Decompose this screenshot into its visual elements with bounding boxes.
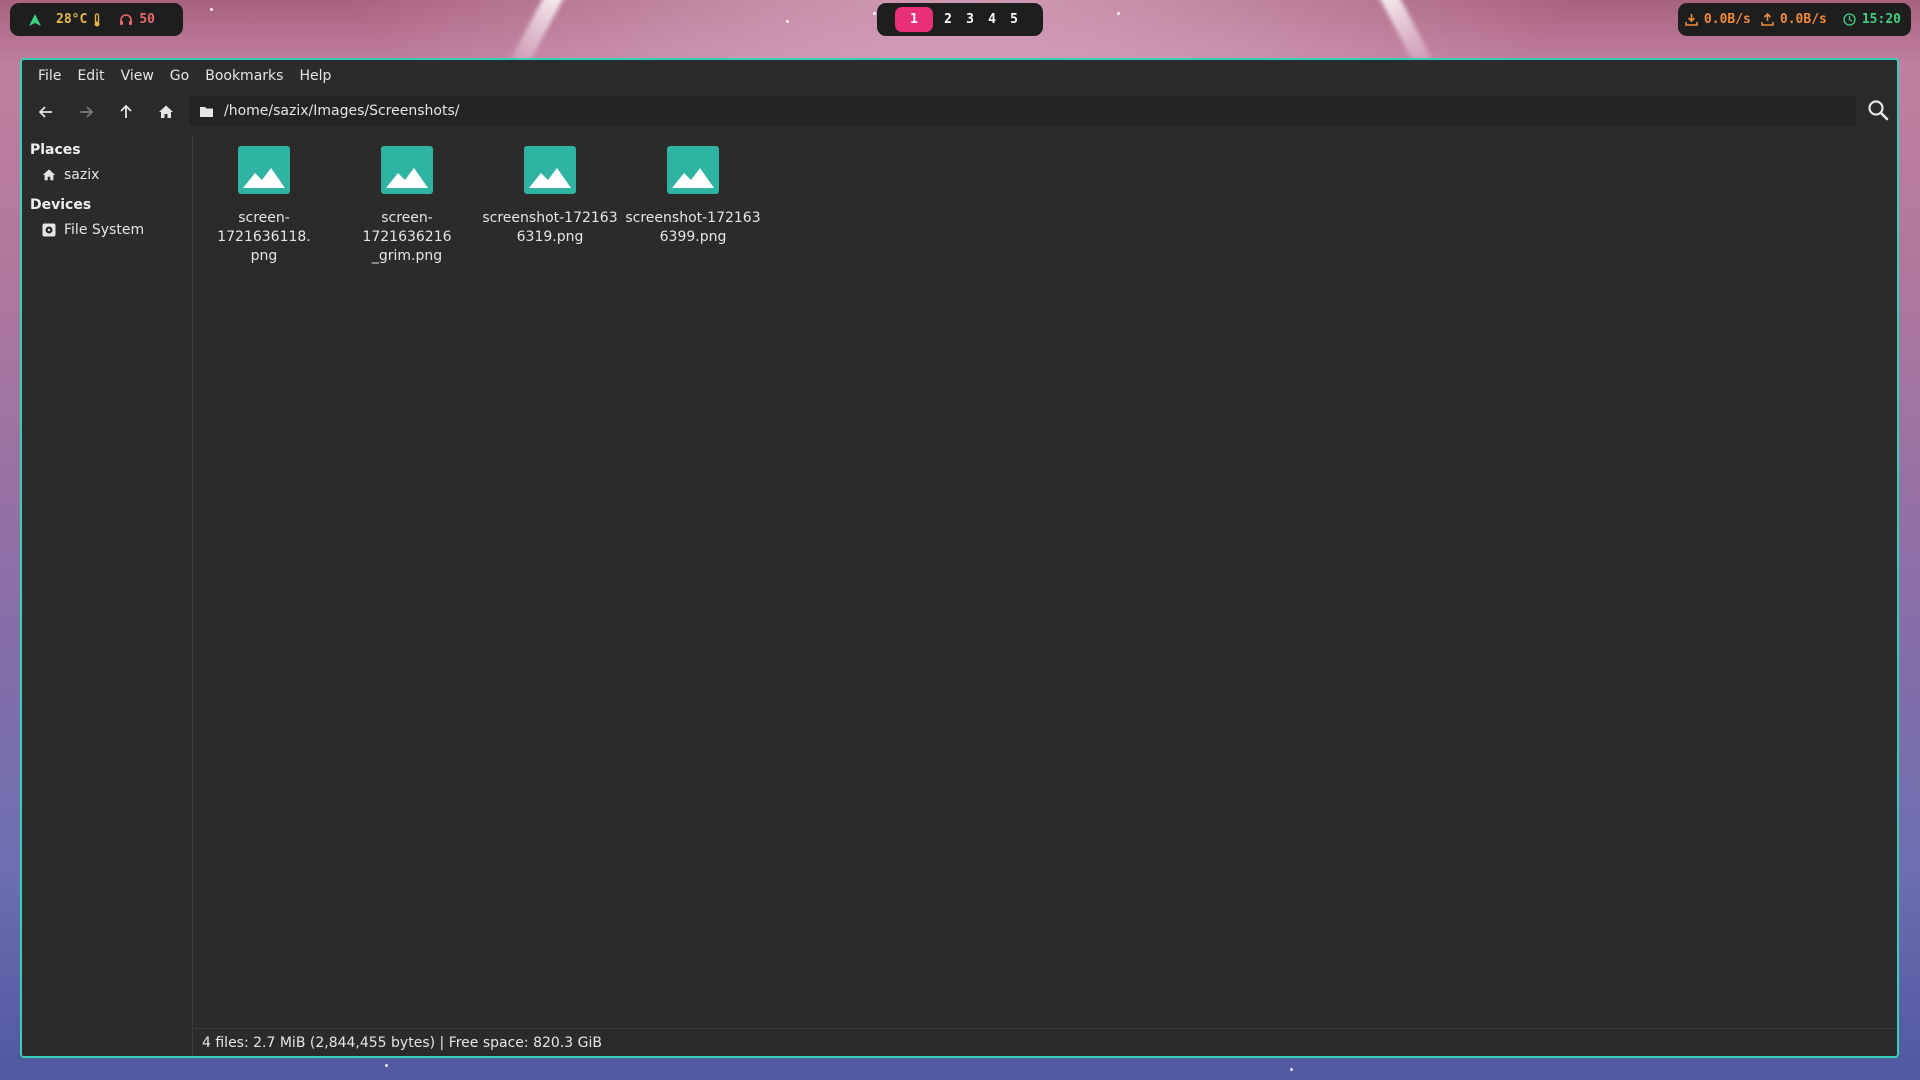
file-item[interactable]: screen-1721636118. png	[194, 146, 334, 266]
arrow-right-icon	[80, 106, 94, 118]
clock-icon	[1843, 13, 1856, 26]
file-name-line2: 6319.png	[516, 229, 584, 245]
sidebar-item-sazix[interactable]: sazix	[42, 167, 99, 183]
wallpaper-star	[786, 20, 789, 23]
devices-heading: Devices	[30, 197, 92, 213]
workspace-button-1[interactable]: 1	[895, 7, 933, 32]
volume-value[interactable]: 50	[139, 12, 155, 27]
sidebar-item-label: sazix	[64, 167, 100, 183]
menu-file[interactable]: File	[30, 68, 69, 84]
file-name-line1: screenshot-172163	[625, 210, 761, 226]
workspace-button-3[interactable]: 3	[959, 12, 981, 27]
file-item[interactable]: screenshot-172163 6399.png	[623, 146, 763, 247]
file-name-line1: screen-1721636216	[362, 210, 452, 245]
file-view: screen-1721636118. png screen-1721636216…	[194, 136, 1897, 1026]
file-item[interactable]: screenshot-172163 6319.png	[480, 146, 620, 247]
drive-icon	[42, 223, 56, 237]
topbar-status-module: 0.0B/s 0.0B/s 15:20	[1678, 3, 1911, 36]
arrow-up-icon	[120, 104, 132, 118]
download-speed: 0.0B/s	[1703, 12, 1751, 27]
location-path[interactable]: /home/sazix/Images/Screenshots/	[224, 103, 459, 119]
file-name-line2: 6399.png	[659, 229, 727, 245]
workspace-button-4[interactable]: 4	[981, 12, 1003, 27]
upload-icon	[1761, 13, 1774, 26]
file-name-line2: _grim.png	[371, 248, 443, 264]
topbar-system-module: 28°C 50	[10, 3, 183, 36]
image-icon	[381, 146, 433, 194]
thermometer-icon	[93, 12, 101, 27]
wallpaper-star	[385, 1064, 388, 1067]
wallpaper-star	[1117, 12, 1120, 15]
up-button[interactable]	[108, 92, 144, 132]
image-icon	[667, 146, 719, 194]
toolbar: /home/sazix/Images/Screenshots/	[22, 92, 1897, 132]
file-item[interactable]: screen-1721636216 _grim.png	[337, 146, 477, 266]
menu-bar: File Edit View Go Bookmarks Help	[22, 60, 1897, 92]
search-button[interactable]	[1867, 99, 1889, 125]
arrow-left-icon	[38, 106, 52, 118]
file-name-line1: screenshot-172163	[482, 210, 618, 226]
file-name-line1: screen-1721636118.	[217, 210, 311, 245]
status-bar: 4 files: 2.7 MiB (2,844,455 bytes) | Fre…	[194, 1028, 1897, 1056]
wallpaper-star	[873, 12, 876, 15]
status-text: 4 files: 2.7 MiB (2,844,455 bytes) | Fre…	[202, 1034, 602, 1051]
workspace-button-2[interactable]: 2	[937, 12, 959, 27]
workspace-switcher: 1 2 3 4 5	[877, 3, 1043, 36]
menu-go[interactable]: Go	[162, 68, 197, 84]
menu-help[interactable]: Help	[291, 68, 339, 84]
file-name-line2: png	[250, 248, 278, 264]
workspace-button-5[interactable]: 5	[1003, 12, 1025, 27]
headphones-icon[interactable]	[119, 13, 133, 26]
arch-logo-icon	[28, 13, 42, 27]
home-icon	[159, 105, 173, 118]
back-button[interactable]	[28, 92, 64, 132]
menu-view[interactable]: View	[113, 68, 162, 84]
places-heading: Places	[30, 142, 81, 158]
temperature-value: 28°C	[56, 12, 88, 27]
menu-edit[interactable]: Edit	[69, 68, 112, 84]
file-manager-window: File Edit View Go Bookmarks Help /home/s…	[20, 58, 1899, 1058]
search-icon	[1868, 100, 1889, 121]
sidebar-item-label: File System	[64, 222, 145, 238]
home-icon	[42, 169, 56, 181]
forward-button[interactable]	[68, 92, 104, 132]
wallpaper-star	[210, 8, 213, 11]
sidebar: Places sazix Devices File System	[22, 136, 193, 1056]
image-icon	[524, 146, 576, 194]
location-bar[interactable]: /home/sazix/Images/Screenshots/	[189, 96, 1856, 126]
home-button[interactable]	[148, 92, 184, 132]
upload-speed: 0.0B/s	[1779, 12, 1827, 27]
menu-bookmarks[interactable]: Bookmarks	[197, 68, 291, 84]
folder-icon	[199, 105, 214, 118]
download-icon	[1685, 13, 1698, 26]
clock-time[interactable]: 15:20	[1862, 12, 1901, 27]
sidebar-item-file-system[interactable]: File System	[42, 222, 144, 238]
image-icon	[238, 146, 290, 194]
wallpaper-star	[1290, 1068, 1293, 1071]
